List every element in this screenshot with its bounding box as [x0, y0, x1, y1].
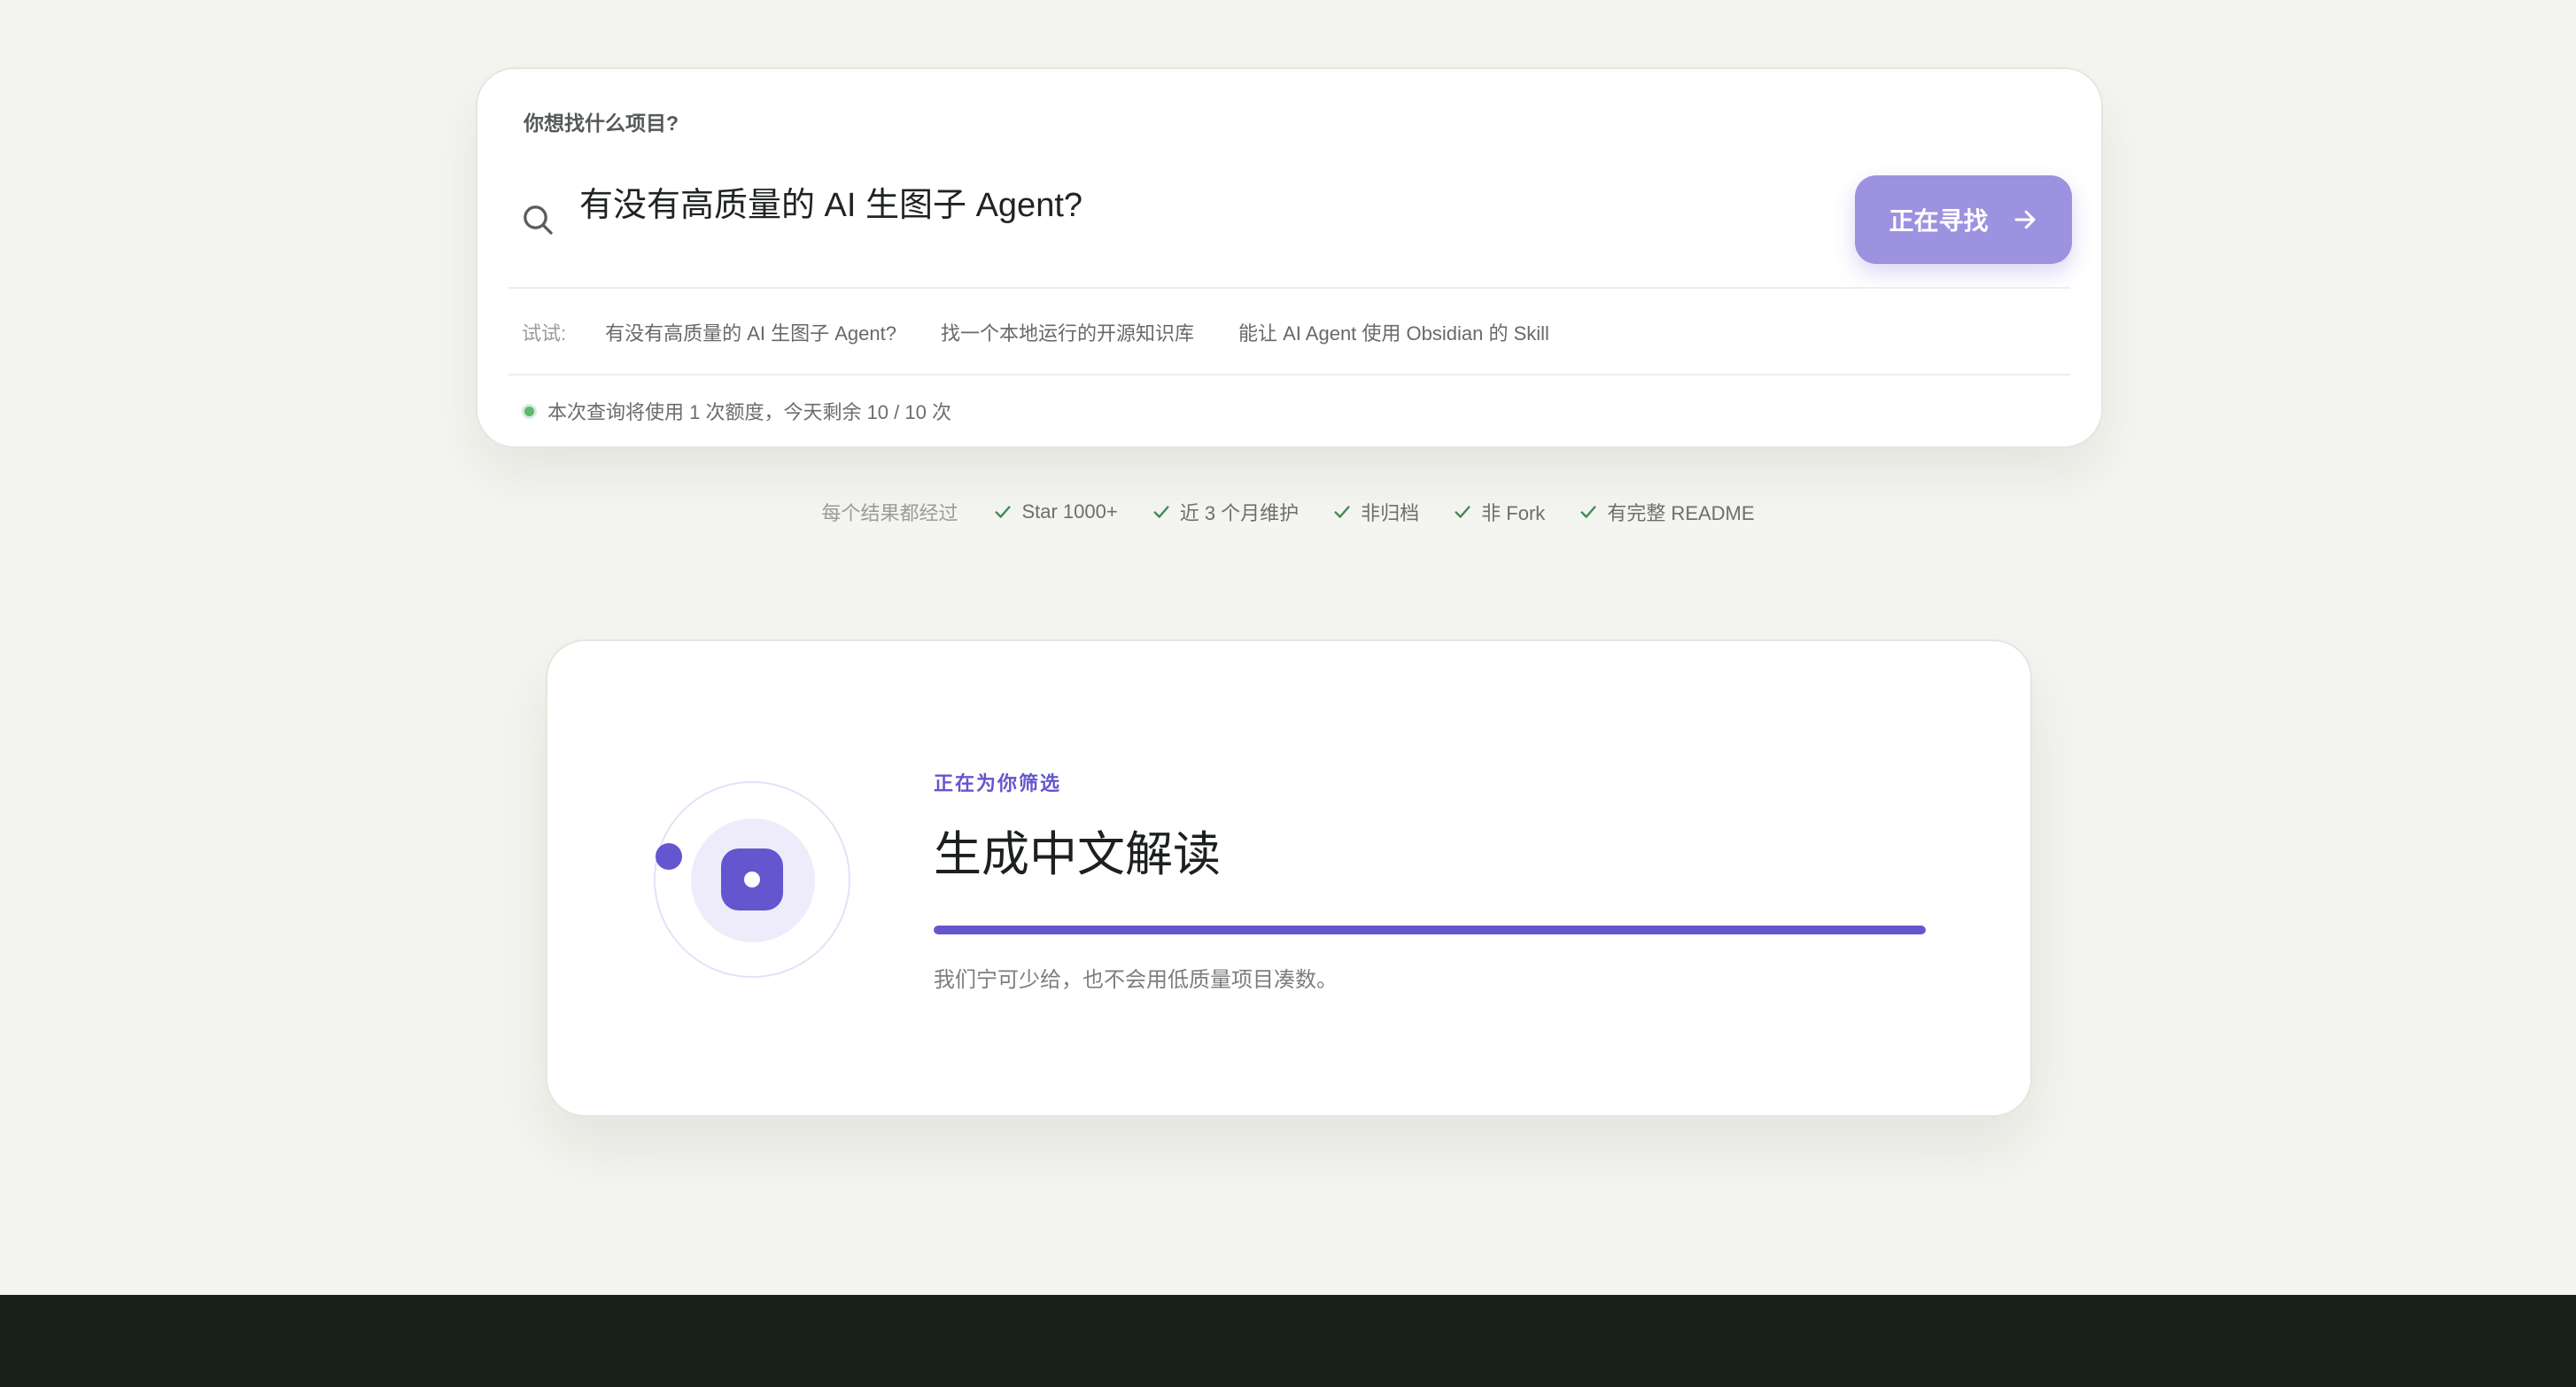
suggestion-chip-3[interactable]: 能让 AI Agent 使用 Obsidian 的 Skill	[1238, 318, 1549, 346]
check-icon	[1334, 506, 1350, 518]
search-button[interactable]: 正在寻找	[1855, 175, 2072, 264]
criteria-item: 近 3 个月维护	[1152, 498, 1299, 526]
status-title: 生成中文解读	[934, 828, 1221, 881]
status-note: 我们宁可少给，也不会用低质量项目凑数。	[934, 968, 1338, 992]
divider	[508, 287, 2070, 289]
loader-orbit-dot-icon	[656, 843, 682, 870]
suggestions-prefix: 试试:	[522, 322, 567, 345]
suggestions-row: 试试: 有没有高质量的 AI 生图子 Agent? 找一个本地运行的开源知识库 …	[522, 319, 1594, 345]
check-icon	[1153, 506, 1169, 518]
suggestion-chip-2[interactable]: 找一个本地运行的开源知识库	[941, 318, 1194, 346]
quota-text: 本次查询将使用 1 次额度，今天剩余 10 / 10 次	[547, 401, 951, 423]
progress-bar	[934, 926, 1926, 934]
loader-core-icon	[721, 848, 783, 910]
criteria-label: 近 3 个月维护	[1179, 502, 1300, 524]
check-icon	[1455, 506, 1470, 518]
criteria-label: 非 Fork	[1481, 502, 1546, 524]
criteria-prefix: 每个结果都经过	[821, 502, 958, 524]
suggestion-chip-1[interactable]: 有没有高质量的 AI 生图子 Agent?	[605, 318, 896, 346]
criteria-label: 有完整 README	[1607, 502, 1755, 524]
criteria-item: 有完整 README	[1579, 498, 1755, 526]
progress-card: 正在为你筛选 生成中文解读 我们宁可少给，也不会用低质量项目凑数。	[546, 639, 2032, 1117]
quota-row: 本次查询将使用 1 次额度，今天剩余 10 / 10 次	[522, 398, 951, 424]
status-dot-icon	[522, 403, 537, 419]
arrow-right-icon	[2014, 210, 2035, 229]
divider	[508, 374, 2070, 376]
criteria-item: Star 1000+	[993, 500, 1118, 523]
status-eyebrow: 正在为你筛选	[934, 772, 1062, 794]
criteria-item: 非归档	[1332, 498, 1419, 526]
criteria-label: Star 1000+	[1021, 500, 1118, 523]
progress-bar-fill	[934, 926, 1926, 934]
check-icon	[1580, 506, 1596, 518]
footer	[0, 1295, 2576, 1387]
criteria-item: 非 Fork	[1453, 498, 1545, 526]
criteria-label: 非归档	[1361, 502, 1420, 524]
search-button-label: 正在寻找	[1889, 207, 1989, 235]
quality-criteria: 每个结果都经过 Star 1000+ 近 3 个月维护 非归档 非 Fork 有…	[0, 496, 2576, 528]
search-icon	[524, 205, 553, 235]
search-input[interactable]	[579, 170, 1731, 232]
page: 你想找什么项目? 正在寻找 试试: 有没有高质量的 AI 生图子 Agent? …	[0, 0, 2576, 1387]
question-label: 你想找什么项目?	[524, 112, 679, 135]
check-icon	[995, 506, 1011, 518]
search-card: 你想找什么项目? 正在寻找 试试: 有没有高质量的 AI 生图子 Agent? …	[476, 67, 2103, 448]
